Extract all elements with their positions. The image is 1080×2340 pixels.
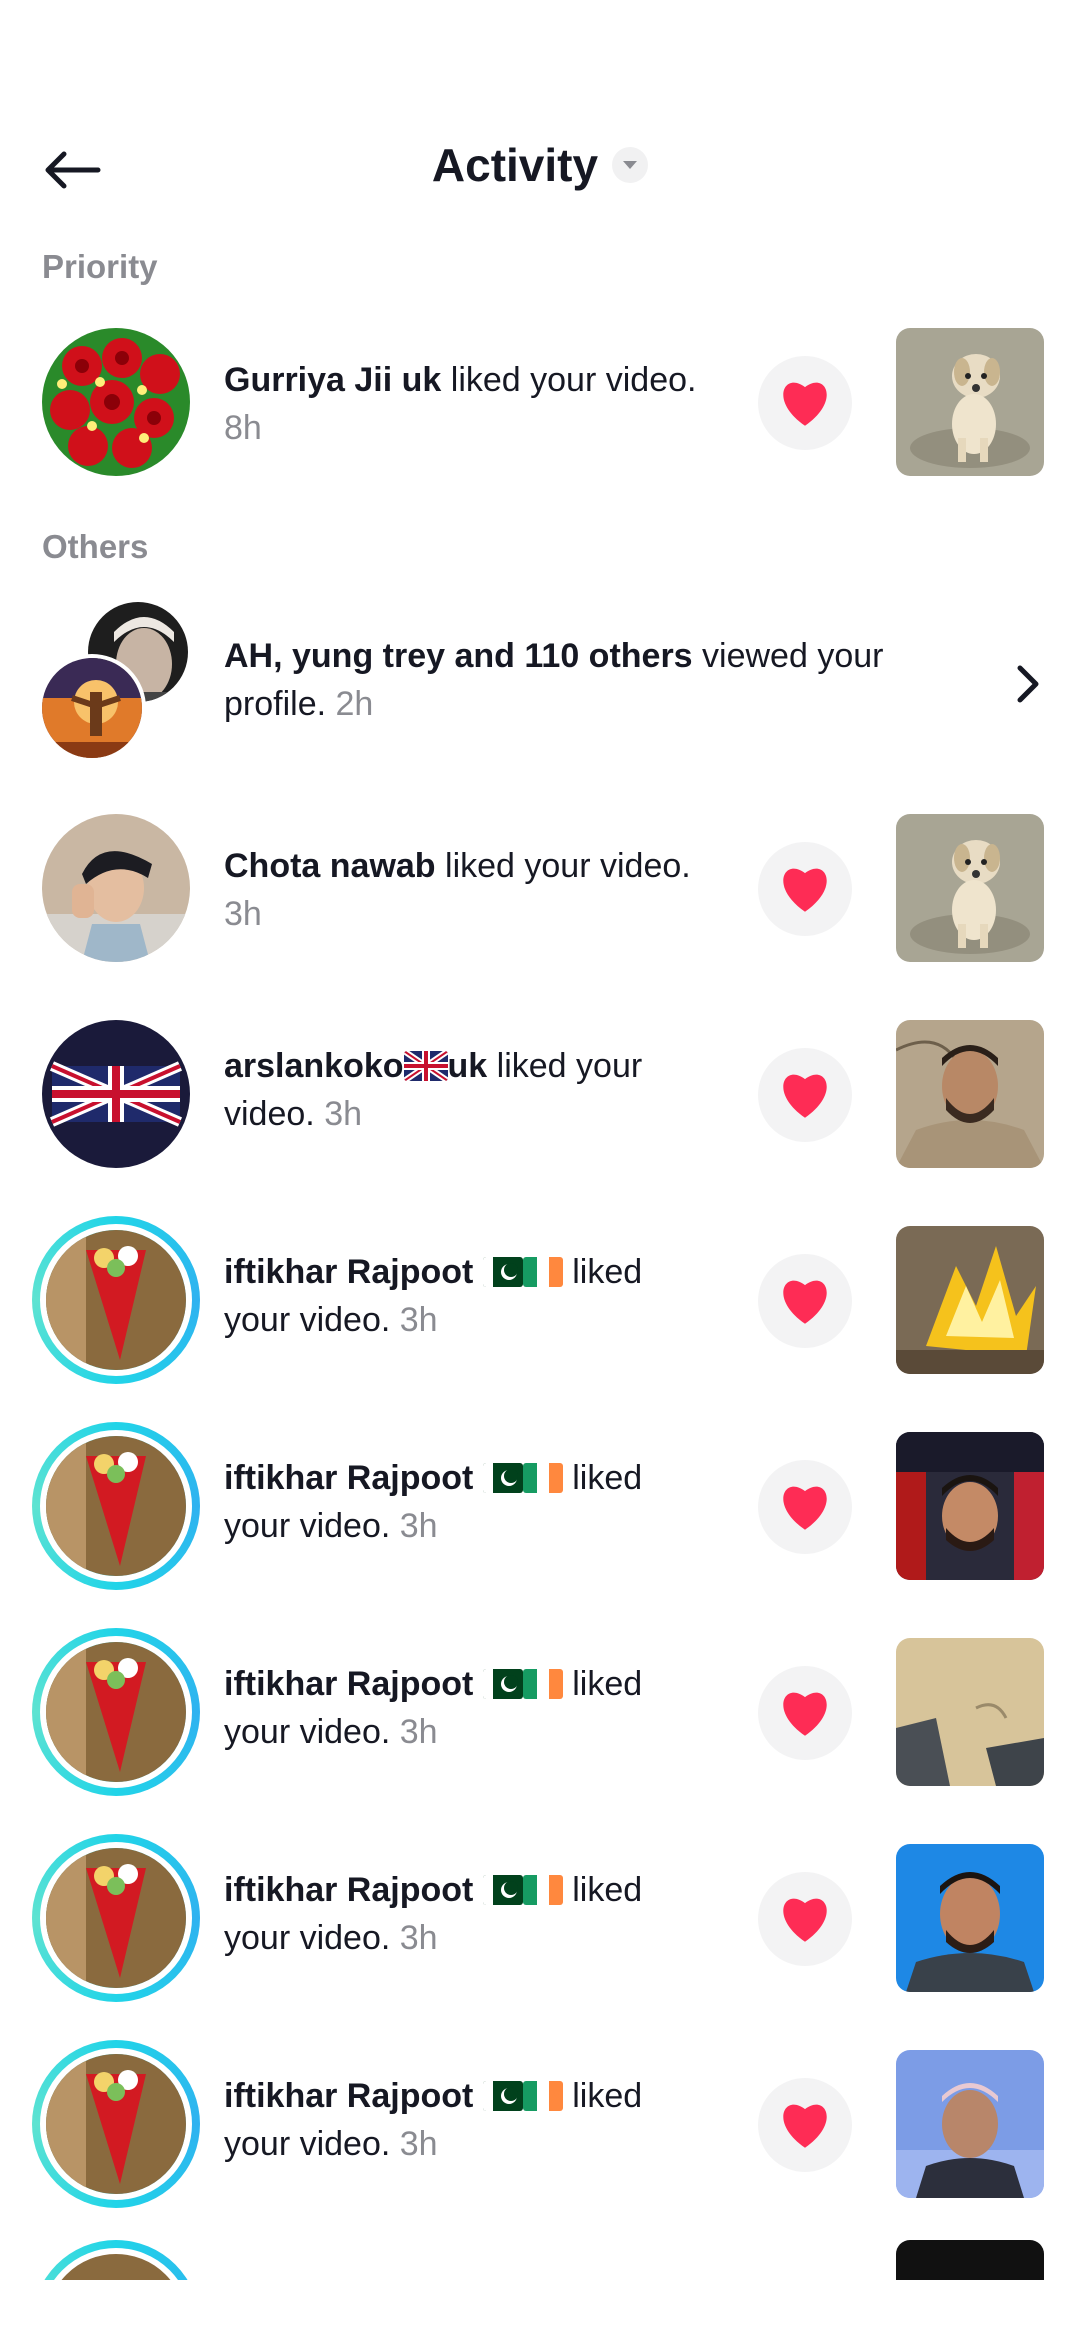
timestamp: 3h: [324, 1095, 363, 1133]
like-back-button[interactable]: [758, 356, 852, 450]
caret-down-icon: [612, 147, 649, 183]
list-item[interactable]: iftikhar Rajpoot liked your video. 3h: [0, 1422, 1080, 1590]
action-text: liked your video.: [435, 847, 691, 885]
like-back-button[interactable]: [758, 1872, 852, 1966]
timestamp: 3h: [399, 1919, 438, 1957]
list-item[interactable]: arslankoko uk liked your video. 3h: [0, 1020, 1080, 1170]
pakistan-flag-icon: [482, 1875, 523, 1905]
bottom-bar: [0, 2280, 1080, 2340]
heart-icon: [783, 1074, 827, 1118]
section-label-priority: Priority: [42, 248, 158, 285]
pakistan-flag-icon: [482, 1669, 523, 1699]
video-thumbnail[interactable]: [896, 1432, 1044, 1580]
avatar[interactable]: [42, 328, 190, 476]
avatar-with-story-ring[interactable]: [32, 1628, 200, 1796]
heart-icon: [783, 1280, 827, 1324]
ireland-flag-icon: [522, 2081, 563, 2111]
avatar-with-story-ring[interactable]: [32, 1834, 200, 2002]
like-back-button[interactable]: [758, 1460, 852, 1554]
title-dropdown[interactable]: Activity: [0, 138, 1080, 192]
notification-text: iftikhar Rajpoot liked your video. 3h: [224, 1248, 664, 1344]
heart-icon: [783, 868, 827, 912]
heart-icon: [783, 1486, 827, 1530]
user-name[interactable]: arslankoko uk: [224, 1047, 487, 1085]
header: Activity: [0, 120, 1080, 220]
video-thumbnail[interactable]: [896, 2240, 1044, 2280]
list-item[interactable]: iftikhar Rajpoot liked your video. 3h: [0, 1216, 1080, 1384]
video-thumbnail[interactable]: [896, 814, 1044, 962]
uk-flag-icon: [403, 1051, 448, 1081]
ireland-flag-icon: [522, 1669, 563, 1699]
list-item[interactable]: Gurriya Jii uk liked your video. 8h: [0, 328, 1080, 478]
video-thumbnail[interactable]: [896, 1020, 1044, 1168]
ireland-flag-icon: [522, 1257, 563, 1287]
heart-icon: [783, 1898, 827, 1942]
like-back-button[interactable]: [758, 2078, 852, 2172]
avatar-with-story-ring[interactable]: [32, 1422, 200, 1590]
avatar[interactable]: [42, 814, 190, 962]
timestamp: 8h: [224, 409, 262, 447]
user-name[interactable]: Gurriya Jii uk: [224, 361, 441, 399]
avatar[interactable]: [42, 1020, 190, 1168]
heart-icon: [783, 382, 827, 426]
heart-icon: [783, 1692, 827, 1736]
timestamp: 3h: [399, 1713, 438, 1751]
list-item[interactable]: iftikhar Rajpoot liked your video. 3h: [0, 2040, 1080, 2208]
action-text: liked your video.: [441, 361, 697, 399]
notification-text: Gurriya Jii uk liked your video. 8h: [224, 356, 744, 452]
like-back-button[interactable]: [758, 1048, 852, 1142]
list-item[interactable]: Chota nawab liked your video. 3h: [0, 814, 1080, 964]
profile-views-item[interactable]: AH, yung trey and 110 others viewed your…: [0, 598, 1080, 762]
list-item[interactable]: iftikhar Rajpoot liked your video. 3h: [0, 1834, 1080, 2002]
video-thumbnail[interactable]: [896, 1638, 1044, 1786]
video-thumbnail[interactable]: [896, 2050, 1044, 2198]
timestamp: 2h: [335, 685, 374, 723]
user-name[interactable]: Chota nawab: [224, 847, 436, 885]
user-name[interactable]: iftikhar Rajpoot: [224, 1459, 563, 1497]
timestamp: 3h: [399, 2125, 438, 2163]
notification-text: Chota nawab liked your video. 3h: [224, 842, 744, 938]
like-back-button[interactable]: [758, 842, 852, 936]
notification-text: arslankoko uk liked your video. 3h: [224, 1042, 664, 1138]
user-name[interactable]: iftikhar Rajpoot: [224, 1871, 563, 1909]
page-title: Activity: [431, 139, 599, 191]
notification-text: iftikhar Rajpoot liked your video. 3h: [224, 1866, 664, 1962]
video-thumbnail[interactable]: [896, 1844, 1044, 1992]
notification-text: iftikhar Rajpoot liked your video. 3h: [224, 1660, 664, 1756]
avatar-with-story-ring[interactable]: [32, 1216, 200, 1384]
list-item-partial[interactable]: [0, 2240, 1080, 2280]
timestamp: 3h: [224, 895, 262, 933]
pakistan-flag-icon: [482, 2081, 523, 2111]
avatar-with-story-ring[interactable]: [32, 2040, 200, 2208]
user-name[interactable]: iftikhar Rajpoot: [224, 1253, 563, 1291]
heart-icon: [783, 2104, 827, 2148]
notification-text: AH, yung trey and 110 others viewed your…: [224, 632, 924, 728]
timestamp: 3h: [399, 1507, 438, 1545]
list-item[interactable]: iftikhar Rajpoot liked your video. 3h: [0, 1628, 1080, 1796]
video-thumbnail[interactable]: [896, 1226, 1044, 1374]
avatar[interactable]: [38, 654, 146, 762]
like-back-button[interactable]: [758, 1666, 852, 1760]
ireland-flag-icon: [522, 1875, 563, 1905]
timestamp: 3h: [399, 1301, 438, 1339]
chevron-right-icon[interactable]: [1004, 654, 1054, 714]
avatar-with-story-ring[interactable]: [32, 2240, 200, 2280]
user-names[interactable]: AH, yung trey and 110 others: [224, 637, 693, 675]
ireland-flag-icon: [522, 1463, 563, 1493]
notification-text: iftikhar Rajpoot liked your video. 3h: [224, 1454, 664, 1550]
notification-text: iftikhar Rajpoot liked your video. 3h: [224, 2072, 664, 2168]
user-name[interactable]: iftikhar Rajpoot: [224, 2077, 563, 2115]
pakistan-flag-icon: [482, 1257, 523, 1287]
user-name[interactable]: iftikhar Rajpoot: [224, 1665, 563, 1703]
pakistan-flag-icon: [482, 1463, 523, 1493]
like-back-button[interactable]: [758, 1254, 852, 1348]
video-thumbnail[interactable]: [896, 328, 1044, 476]
section-label-others: Others: [42, 528, 149, 565]
